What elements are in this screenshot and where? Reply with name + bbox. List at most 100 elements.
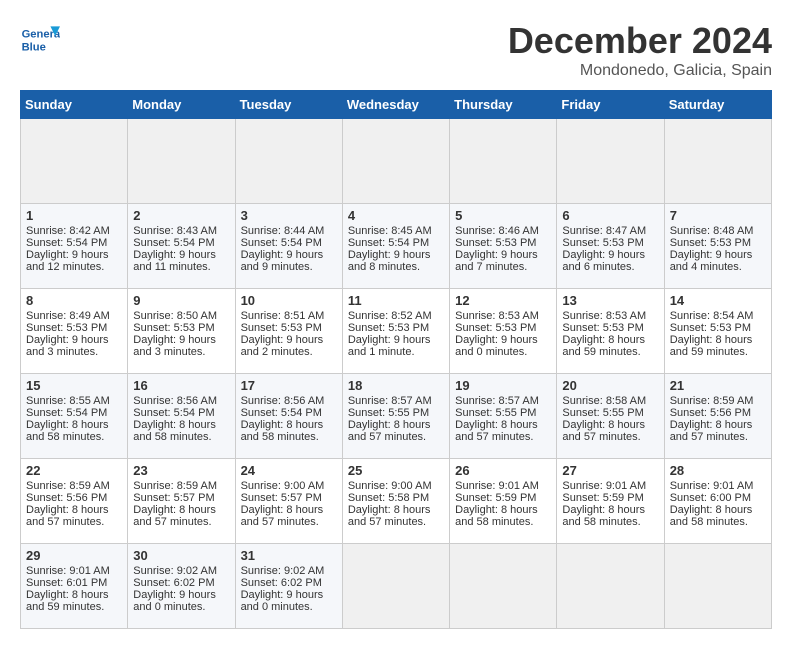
day-info: Sunrise: 8:50 AM	[133, 310, 229, 322]
day-info: Daylight: 8 hours and 59 minutes.	[670, 334, 766, 358]
weekday-header-monday: Monday	[128, 91, 235, 119]
day-info: Sunrise: 9:02 AM	[241, 565, 337, 577]
calendar-cell: 31Sunrise: 9:02 AMSunset: 6:02 PMDayligh…	[235, 544, 342, 629]
day-number: 9	[133, 293, 229, 308]
calendar-cell: 19Sunrise: 8:57 AMSunset: 5:55 PMDayligh…	[450, 374, 557, 459]
calendar-cell: 23Sunrise: 8:59 AMSunset: 5:57 PMDayligh…	[128, 459, 235, 544]
day-info: Sunset: 5:53 PM	[455, 237, 551, 249]
calendar-cell: 15Sunrise: 8:55 AMSunset: 5:54 PMDayligh…	[21, 374, 128, 459]
day-number: 15	[26, 378, 122, 393]
calendar-cell	[342, 119, 449, 204]
day-info: Daylight: 9 hours and 0 minutes.	[455, 334, 551, 358]
day-info: Sunset: 5:53 PM	[562, 322, 658, 334]
calendar-cell: 3 Sunrise: 8:44 AMSunset: 5:54 PMDaylight…	[235, 204, 342, 289]
day-info: Sunset: 5:53 PM	[348, 322, 444, 334]
weekday-header-saturday: Saturday	[664, 91, 771, 119]
day-info: Sunset: 5:54 PM	[241, 407, 337, 419]
day-info: Sunset: 5:59 PM	[455, 492, 551, 504]
calendar-cell: 6Sunrise: 8:47 AMSunset: 5:53 PMDaylight…	[557, 204, 664, 289]
day-info: Daylight: 8 hours and 57 minutes.	[670, 419, 766, 443]
day-info: Sunrise: 9:01 AM	[670, 480, 766, 492]
day-info: Daylight: 8 hours and 57 minutes.	[562, 419, 658, 443]
day-number: 7	[670, 208, 766, 223]
day-info: Sunrise: 9:01 AM	[562, 480, 658, 492]
calendar-cell	[342, 544, 449, 629]
day-info: Daylight: 9 hours and 0 minutes.	[133, 589, 229, 613]
day-info: Sunrise: 8:46 AM	[455, 225, 551, 237]
day-info: Daylight: 8 hours and 58 minutes.	[670, 504, 766, 528]
day-info: Sunset: 5:54 PM	[133, 237, 229, 249]
day-info: Sunrise: 8:59 AM	[26, 480, 122, 492]
day-info: Sunrise: 8:57 AM	[348, 395, 444, 407]
day-info: Sunset: 6:00 PM	[670, 492, 766, 504]
calendar-cell: 16Sunrise: 8:56 AMSunset: 5:54 PMDayligh…	[128, 374, 235, 459]
day-number: 22	[26, 463, 122, 478]
day-info: Sunset: 5:53 PM	[241, 322, 337, 334]
calendar-header-row: SundayMondayTuesdayWednesdayThursdayFrid…	[21, 91, 772, 119]
day-info: Sunset: 5:53 PM	[562, 237, 658, 249]
calendar-cell: 22Sunrise: 8:59 AMSunset: 5:56 PMDayligh…	[21, 459, 128, 544]
calendar-cell	[557, 119, 664, 204]
day-info: Daylight: 8 hours and 57 minutes.	[348, 419, 444, 443]
day-info: Daylight: 9 hours and 8 minutes.	[348, 249, 444, 273]
weekday-header-tuesday: Tuesday	[235, 91, 342, 119]
day-info: Sunrise: 8:53 AM	[455, 310, 551, 322]
logo-icon: General Blue	[20, 20, 60, 60]
calendar-cell: 1Sunrise: 8:42 AMSunset: 5:54 PMDaylight…	[21, 204, 128, 289]
day-info: Sunrise: 8:51 AM	[241, 310, 337, 322]
day-info: Daylight: 9 hours and 0 minutes.	[241, 589, 337, 613]
day-info: Sunrise: 8:57 AM	[455, 395, 551, 407]
calendar-cell: 26Sunrise: 9:01 AMSunset: 5:59 PMDayligh…	[450, 459, 557, 544]
day-info: Sunrise: 9:01 AM	[455, 480, 551, 492]
calendar-cell	[21, 119, 128, 204]
day-number: 28	[670, 463, 766, 478]
day-info: Daylight: 9 hours and 3 minutes.	[133, 334, 229, 358]
calendar-table: SundayMondayTuesdayWednesdayThursdayFrid…	[20, 90, 772, 629]
day-number: 3	[241, 208, 337, 223]
day-info: Sunset: 5:58 PM	[348, 492, 444, 504]
day-info: Sunset: 5:54 PM	[348, 237, 444, 249]
calendar-week-row: 1Sunrise: 8:42 AMSunset: 5:54 PMDaylight…	[21, 204, 772, 289]
day-info: Sunrise: 8:44 AM	[241, 225, 337, 237]
day-info: Daylight: 8 hours and 57 minutes.	[241, 504, 337, 528]
day-info: Daylight: 8 hours and 58 minutes.	[241, 419, 337, 443]
day-info: Daylight: 8 hours and 57 minutes.	[26, 504, 122, 528]
day-info: Sunrise: 8:55 AM	[26, 395, 122, 407]
day-info: Daylight: 9 hours and 12 minutes.	[26, 249, 122, 273]
day-number: 2	[133, 208, 229, 223]
day-info: Daylight: 9 hours and 11 minutes.	[133, 249, 229, 273]
day-number: 4	[348, 208, 444, 223]
day-info: Sunset: 5:53 PM	[670, 322, 766, 334]
day-info: Sunset: 5:54 PM	[241, 237, 337, 249]
calendar-cell: 9 Sunrise: 8:50 AMSunset: 5:53 PMDaylight…	[128, 289, 235, 374]
calendar-cell: 7Sunrise: 8:48 AMSunset: 5:53 PMDaylight…	[664, 204, 771, 289]
day-number: 27	[562, 463, 658, 478]
day-info: Sunset: 5:55 PM	[348, 407, 444, 419]
calendar-cell: 29Sunrise: 9:01 AMSunset: 6:01 PMDayligh…	[21, 544, 128, 629]
day-info: Daylight: 9 hours and 9 minutes.	[241, 249, 337, 273]
calendar-cell	[664, 119, 771, 204]
day-info: Sunset: 6:01 PM	[26, 577, 122, 589]
title-block: December 2024 Mondonedo, Galicia, Spain	[508, 20, 772, 80]
day-number: 26	[455, 463, 551, 478]
location: Mondonedo, Galicia, Spain	[508, 62, 772, 80]
day-info: Sunrise: 8:58 AM	[562, 395, 658, 407]
day-info: Sunset: 5:57 PM	[133, 492, 229, 504]
calendar-cell	[235, 119, 342, 204]
day-number: 29	[26, 548, 122, 563]
calendar-cell: 12Sunrise: 8:53 AMSunset: 5:53 PMDayligh…	[450, 289, 557, 374]
calendar-cell	[450, 119, 557, 204]
day-info: Daylight: 8 hours and 59 minutes.	[562, 334, 658, 358]
calendar-week-row	[21, 119, 772, 204]
day-info: Sunset: 5:54 PM	[26, 237, 122, 249]
day-info: Sunrise: 8:43 AM	[133, 225, 229, 237]
day-info: Sunset: 5:54 PM	[26, 407, 122, 419]
day-info: Daylight: 8 hours and 57 minutes.	[133, 504, 229, 528]
day-info: Sunset: 5:53 PM	[133, 322, 229, 334]
weekday-header-sunday: Sunday	[21, 91, 128, 119]
day-info: Sunrise: 8:45 AM	[348, 225, 444, 237]
weekday-header-thursday: Thursday	[450, 91, 557, 119]
day-info: Sunrise: 8:56 AM	[241, 395, 337, 407]
day-info: Daylight: 9 hours and 3 minutes.	[26, 334, 122, 358]
svg-text:Blue: Blue	[22, 41, 46, 53]
